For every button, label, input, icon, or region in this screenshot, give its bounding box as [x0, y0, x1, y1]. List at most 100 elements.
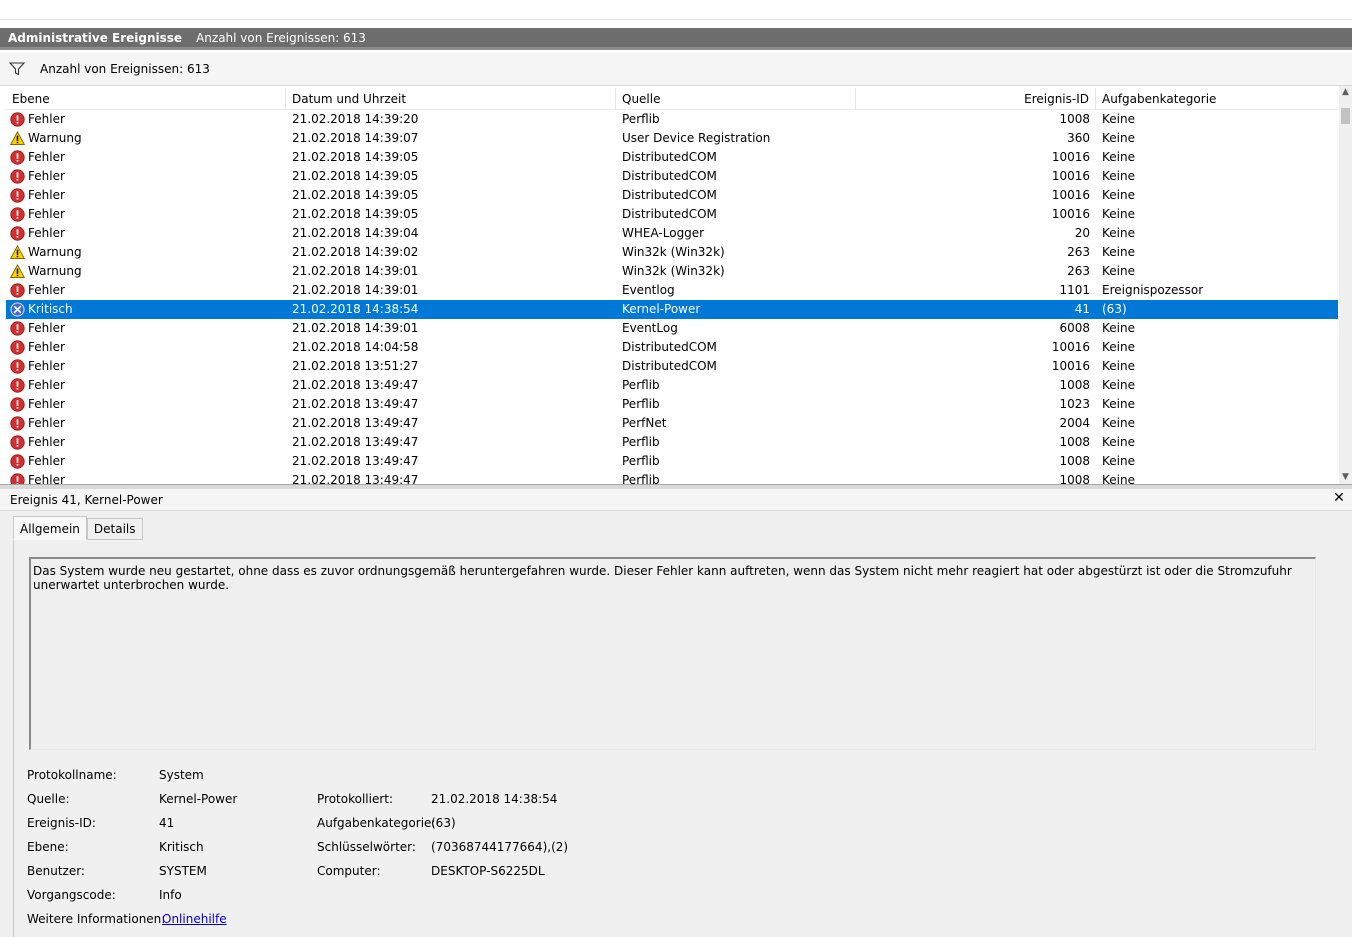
cell-event-id: 41	[1074, 302, 1090, 316]
table-row[interactable]: Fehler 21.02.2018 13:49:47 Perflib 1008 Kein…	[6, 376, 1338, 395]
table-row[interactable]: Fehler 21.02.2018 14:39:01 EventLog 6008 Kei…	[6, 319, 1338, 338]
table-row[interactable]: Fehler 21.02.2018 13:49:47 Perflib 1023 Kein…	[6, 395, 1338, 414]
ereignis-id-value: 41	[159, 816, 175, 830]
error-icon	[10, 112, 28, 127]
cell-event-id: 1008	[1059, 435, 1090, 449]
tab-panel-general: Das System wurde neu gestartet, ohne das…	[13, 540, 1343, 937]
level-text: Fehler	[28, 169, 65, 183]
error-icon	[10, 283, 28, 298]
cell-task-category: Keine	[1102, 359, 1135, 373]
cell-source: DistributedCOM	[622, 340, 717, 354]
cell-event-id: 10016	[1051, 340, 1090, 354]
table-row[interactable]: Fehler 21.02.2018 14:04:58 DistributedCOM 1…	[6, 338, 1338, 357]
event-list: Ebene Datum und Uhrzeit Quelle Ereignis-…	[0, 86, 1352, 484]
level-text: Fehler	[28, 321, 65, 335]
vorgangscode-label: Vorgangscode:	[27, 888, 116, 902]
weitere-informationen-label: Weitere Informationen:	[27, 912, 166, 926]
benutzer-value: SYSTEM	[159, 864, 207, 878]
table-row[interactable]: Fehler 21.02.2018 13:49:47 Perflib 1008 Kein…	[6, 433, 1338, 452]
cell-event-id: 360	[1067, 131, 1090, 145]
level-text: Fehler	[28, 207, 65, 221]
cell-date: 21.02.2018 14:39:01	[292, 264, 419, 278]
table-row[interactable]: Fehler 21.02.2018 14:39:01 Eventlog 1101 Ere…	[6, 281, 1338, 300]
level-text: Warnung	[28, 245, 82, 259]
ebene-value: Kritisch	[159, 840, 204, 854]
table-row[interactable]: Fehler 21.02.2018 14:39:05 DistributedCOM 1…	[6, 167, 1338, 186]
table-row[interactable]: Fehler 21.02.2018 14:39:05 DistributedCOM 1…	[6, 186, 1338, 205]
cell-source: Kernel-Power	[622, 302, 701, 316]
cell-source: DistributedCOM	[622, 188, 717, 202]
cell-date: 21.02.2018 14:39:05	[292, 169, 419, 183]
error-icon	[10, 150, 28, 165]
table-row[interactable]: Warnung 21.02.2018 14:39:07 User Device Re…	[6, 129, 1338, 148]
cell-task-category: Keine	[1102, 112, 1135, 126]
level-text: Fehler	[28, 226, 65, 240]
close-icon[interactable]: ✕	[1332, 490, 1346, 510]
scroll-up-icon[interactable]: ▲	[1339, 86, 1352, 99]
scroll-thumb[interactable]	[1341, 108, 1350, 124]
error-icon	[10, 321, 28, 336]
cell-task-category: Keine	[1102, 340, 1135, 354]
quelle-value: Kernel-Power	[159, 792, 238, 806]
event-message[interactable]: Das System wurde neu gestartet, ohne das…	[29, 557, 1316, 750]
cell-date: 21.02.2018 13:49:47	[292, 454, 419, 468]
table-row[interactable]: Fehler 21.02.2018 13:51:27 DistributedCOM 1…	[6, 357, 1338, 376]
critical-icon	[10, 302, 28, 317]
vorgangscode-value: Info	[159, 888, 182, 902]
table-row[interactable]: Fehler 21.02.2018 13:49:47 Perflib 1008 Kein…	[6, 452, 1338, 471]
table-row[interactable]: Warnung 21.02.2018 14:39:02 Win32k (Win32k…	[6, 243, 1338, 262]
cell-source: Perflib	[622, 112, 660, 126]
cell-task-category: Keine	[1102, 169, 1135, 183]
error-icon	[10, 188, 28, 203]
cell-task-category: Keine	[1102, 226, 1135, 240]
column-header-level[interactable]: Ebene	[6, 88, 286, 110]
cell-event-id: 10016	[1051, 169, 1090, 183]
detail-tabs: Allgemein Details	[13, 516, 143, 540]
quelle-label: Quelle:	[27, 792, 70, 806]
column-header-event-id[interactable]: Ereignis-ID	[856, 88, 1096, 110]
cell-date: 21.02.2018 14:38:54	[292, 302, 419, 316]
level-text: Fehler	[28, 150, 65, 164]
cell-date: 21.02.2018 13:49:47	[292, 416, 419, 430]
onlinehilfe-link[interactable]: Onlinehilfe	[162, 910, 227, 928]
cell-date: 21.02.2018 14:39:05	[292, 207, 419, 221]
error-icon	[10, 226, 28, 241]
cell-level: Warnung	[6, 129, 286, 148]
scroll-down-icon[interactable]: ▼	[1339, 471, 1352, 484]
cell-level: Fehler	[6, 452, 286, 471]
table-row[interactable]: Warnung 21.02.2018 14:39:01 Win32k (Win32k…	[6, 262, 1338, 281]
table-row[interactable]: Fehler 21.02.2018 14:39:05 DistributedCOM 1…	[6, 148, 1338, 167]
cell-level: Fehler	[6, 357, 286, 376]
error-icon	[10, 207, 28, 222]
error-icon	[10, 416, 28, 431]
filter-icon[interactable]	[8, 61, 26, 77]
cell-task-category: Keine	[1102, 416, 1135, 430]
table-row[interactable]: Kritisch 21.02.2018 14:38:54 Kernel-Power 4…	[6, 300, 1338, 319]
cell-date: 21.02.2018 14:39:05	[292, 188, 419, 202]
column-header-date[interactable]: Datum und Uhrzeit	[286, 88, 616, 110]
table-header: Ebene Datum und Uhrzeit Quelle Ereignis-…	[6, 88, 1338, 110]
event-detail-pane: Ereignis 41, Kernel-Power ✕ Allgemein De…	[0, 489, 1352, 937]
table-row[interactable]: Fehler 21.02.2018 14:39:20 Perflib 1008 Kein…	[6, 110, 1338, 129]
cell-task-category: Keine	[1102, 131, 1135, 145]
table-row[interactable]: Fehler 21.02.2018 14:39:05 DistributedCOM 1…	[6, 205, 1338, 224]
cell-event-id: 1008	[1059, 378, 1090, 392]
tab-allgemein[interactable]: Allgemein	[13, 516, 87, 540]
table-row[interactable]: Fehler 21.02.2018 13:49:47 PerfNet 2004 Kein…	[6, 414, 1338, 433]
cell-event-id: 263	[1067, 264, 1090, 278]
table-row[interactable]: Fehler 21.02.2018 13:49:47 Perflib 1008 Kein…	[6, 471, 1338, 484]
cell-source: DistributedCOM	[622, 150, 717, 164]
error-icon	[10, 454, 28, 469]
table-row[interactable]: Fehler 21.02.2018 14:39:04 WHEA-Logger 20 Ke…	[6, 224, 1338, 243]
list-scrollbar[interactable]: ▲ ▼	[1339, 86, 1352, 484]
cell-source: Perflib	[622, 454, 660, 468]
tab-details[interactable]: Details	[86, 518, 143, 540]
level-text: Warnung	[28, 131, 82, 145]
cell-source: Eventlog	[622, 283, 675, 297]
event-count: Anzahl von Ereignissen: 613	[196, 30, 366, 45]
level-text: Kritisch	[28, 302, 73, 316]
cell-task-category: Keine	[1102, 188, 1135, 202]
column-header-source[interactable]: Quelle	[616, 88, 856, 110]
detail-header: Ereignis 41, Kernel-Power ✕	[0, 489, 1352, 511]
column-header-task-category[interactable]: Aufgabenkategorie	[1096, 88, 1338, 110]
